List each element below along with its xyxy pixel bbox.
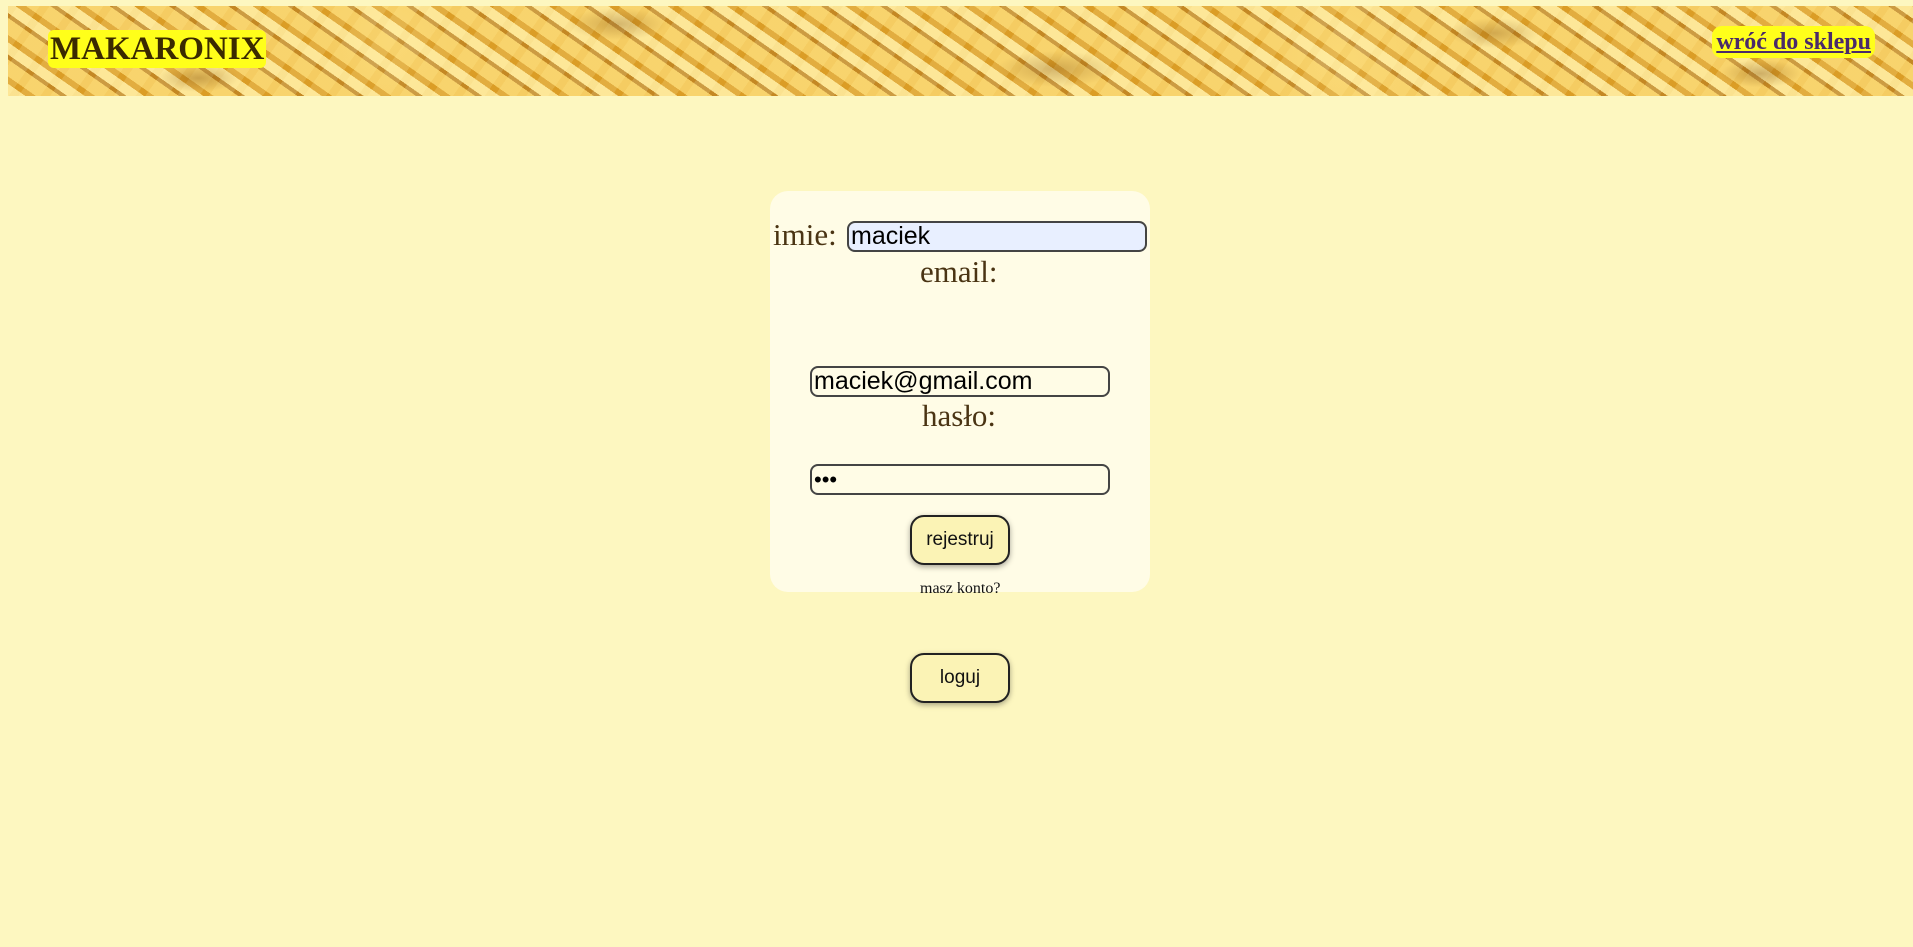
login-button[interactable]: loguj [910, 653, 1010, 703]
header-banner [8, 6, 1913, 96]
email-label: email: [920, 254, 998, 289]
brand-logo[interactable]: MAKARONIX [48, 30, 267, 68]
register-button[interactable]: rejestruj [910, 515, 1010, 565]
password-label: hasło: [922, 398, 997, 433]
name-input[interactable]: maciek [847, 221, 1147, 252]
have-account-text: masz konto? [920, 580, 1001, 597]
password-input[interactable]: ••• [810, 464, 1110, 495]
page: MAKARONIX wróć do sklepu imie: maciek em… [0, 0, 1913, 947]
name-label: imie: [773, 217, 837, 252]
email-input[interactable]: maciek@gmail.com [810, 366, 1110, 397]
back-to-shop-link[interactable]: wróć do sklepu [1712, 26, 1875, 58]
